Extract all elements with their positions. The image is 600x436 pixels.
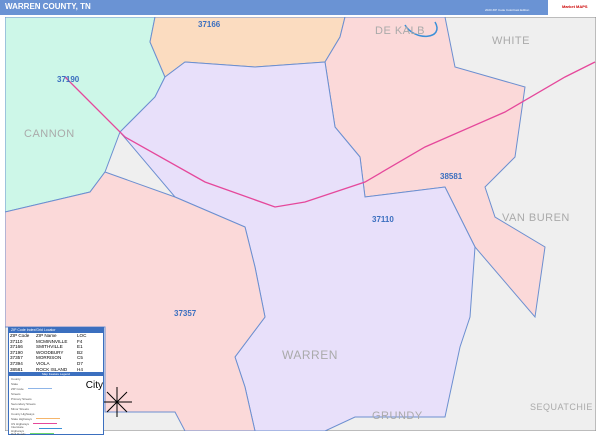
- logo-text: Market MAPS: [562, 4, 588, 9]
- zip-label-38581: 38581: [440, 172, 463, 181]
- zip-label-37357: 37357: [174, 309, 197, 318]
- key-label: Minor Streets: [11, 406, 29, 411]
- zip-code: 38581: [10, 366, 23, 372]
- key-label: County Highways: [11, 411, 35, 416]
- zip-label-37166: 37166: [198, 20, 221, 29]
- logo: Market MAPS: [548, 0, 600, 15]
- county-label-de-kalb: DE KALB: [375, 25, 425, 37]
- zip-loc: H4: [77, 366, 83, 372]
- map-title: WARREN COUNTY, TN: [5, 2, 91, 11]
- county-label-sequatchie: SEQUATCHIE: [530, 402, 593, 412]
- legend-city-sample: City: [85, 380, 103, 392]
- key-label: Primary Streets: [11, 396, 32, 401]
- key-label: Secondary Streets: [11, 401, 36, 406]
- key-label: County: [11, 376, 21, 381]
- county-label-warren: WARREN: [282, 348, 338, 362]
- county-label-cannon: CANNON: [24, 128, 75, 140]
- header-bar: WARREN COUNTY, TN 2020 ZIP Code ColorCas…: [0, 0, 600, 15]
- zip-label-37110: 37110: [372, 215, 394, 224]
- key-label: Rail Roads: [11, 431, 26, 436]
- zip-label-37190: 37190: [57, 75, 80, 84]
- key-label: ZIP Code: [11, 386, 24, 391]
- county-label-white: WHITE: [492, 35, 530, 47]
- key-label: State Highways: [11, 416, 32, 421]
- county-label-van-buren: VAN BUREN: [502, 212, 570, 224]
- edition-label: 2020 ZIP Code ColorCast Edition: [485, 8, 530, 12]
- key-label: Streets: [11, 391, 21, 396]
- county-label-grundy: GRUNDY: [372, 410, 423, 422]
- key-label: State: [11, 381, 19, 386]
- legend: ZIP Code Index/Grid Locator ZIP Code ZIP …: [8, 327, 104, 436]
